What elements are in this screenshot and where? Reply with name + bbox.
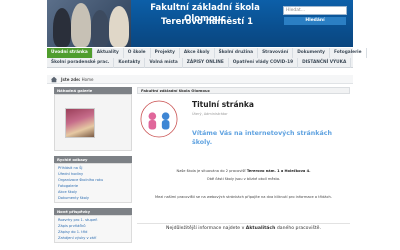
article-meta: Úterý, Administrátor: [192, 112, 228, 116]
nav-item[interactable]: DISTANČNÍ VÝUKA: [298, 58, 352, 68]
nav-row-primary: Úvodní stránka Aktuality O škole Projekty Ak…: [47, 48, 367, 58]
welcome-text: Vítáme Vás na internetových stránkách šk…: [192, 130, 332, 146]
main-content: Fakultní základní škola Olomouc Titulní …: [137, 87, 350, 250]
quick-links-heading: Rychlé odkazy: [54, 156, 132, 163]
nav-item[interactable]: Školní družina: [215, 48, 259, 58]
nav-item[interactable]: Projekty: [151, 48, 180, 58]
nav-item[interactable]: Školní poradenské prac.: [47, 58, 115, 68]
page-title: Titulní stránka: [192, 100, 254, 109]
nav-row-secondary: Školní poradenské prac. Kontakty Volná mís…: [47, 58, 352, 68]
sidebar-link[interactable]: Dokumenty školy: [58, 195, 128, 201]
paragraph-2: Obě části školy jsou v blízké okolí měst…: [206, 177, 281, 181]
nav-item[interactable]: Fotogalerie: [330, 48, 367, 58]
nav-item[interactable]: O škole: [124, 48, 151, 58]
page: Fakultní základní škola Olomouc Tererovo…: [0, 0, 400, 250]
news-note: Nejdůležitější informace najdete v Aktua…: [166, 226, 321, 231]
nav-item[interactable]: Dokumenty: [293, 48, 330, 58]
breadcrumb-home-link[interactable]: Home: [82, 77, 94, 82]
paragraph-3: Mezi našimi pracovišti se na webových st…: [155, 195, 332, 199]
nav-item[interactable]: ZÁPISY ONLINE: [183, 58, 229, 68]
home-icon: [50, 76, 58, 83]
paragraph-1: Naše škola je situována do 2 pracovišť T…: [176, 169, 311, 173]
site-header: Fakultní základní škola Olomouc Tererovo…: [47, 0, 353, 47]
nav-item[interactable]: Opatření vlády COVID-19: [229, 58, 299, 68]
breadcrumb-label: Jste zde:: [61, 77, 81, 82]
new-posts-heading: Nové příspěvky: [54, 208, 132, 215]
content-header: Fakultní základní škola Olomouc: [137, 87, 350, 94]
sidebar-link[interactable]: Zahájení výuky v září: [58, 235, 128, 241]
search-button[interactable]: Hledání: [284, 17, 346, 25]
nav-item[interactable]: Akce školy: [180, 48, 215, 58]
nav-item[interactable]: Volná místa: [145, 58, 183, 68]
search-input[interactable]: Hledat...: [283, 6, 347, 15]
breadcrumb: Jste zde: Home: [47, 75, 353, 84]
nav-item[interactable]: Aktuality: [93, 48, 124, 58]
school-logo: [140, 100, 178, 138]
main-navigation: Úvodní stránka Aktuality O škole Projekty Ak…: [47, 48, 367, 68]
divider: [137, 223, 350, 224]
gallery-box: [54, 94, 132, 151]
gallery-heading: Náhodná galerie: [54, 87, 132, 94]
nav-item[interactable]: Kontakty: [114, 58, 146, 68]
gallery-thumbnail[interactable]: [65, 108, 95, 138]
nav-item[interactable]: Stravování: [258, 48, 294, 58]
quick-links-list: Přihlásit na ŠJ Úřední hodiny Organizace š…: [54, 163, 132, 203]
news-link[interactable]: Aktualitách: [246, 226, 276, 231]
students-photo: [47, 0, 131, 47]
nav-item[interactable]: Úvodní stránka: [47, 48, 93, 58]
school-address: Tererovo náměstí 1: [160, 17, 254, 27]
new-posts-list: Rozvrhy pro 1. stupeň Zápis prvňáčků Zápis…: [54, 215, 132, 243]
sidebar: Náhodná galerie Rychlé odkazy Přihlásit …: [54, 87, 132, 243]
